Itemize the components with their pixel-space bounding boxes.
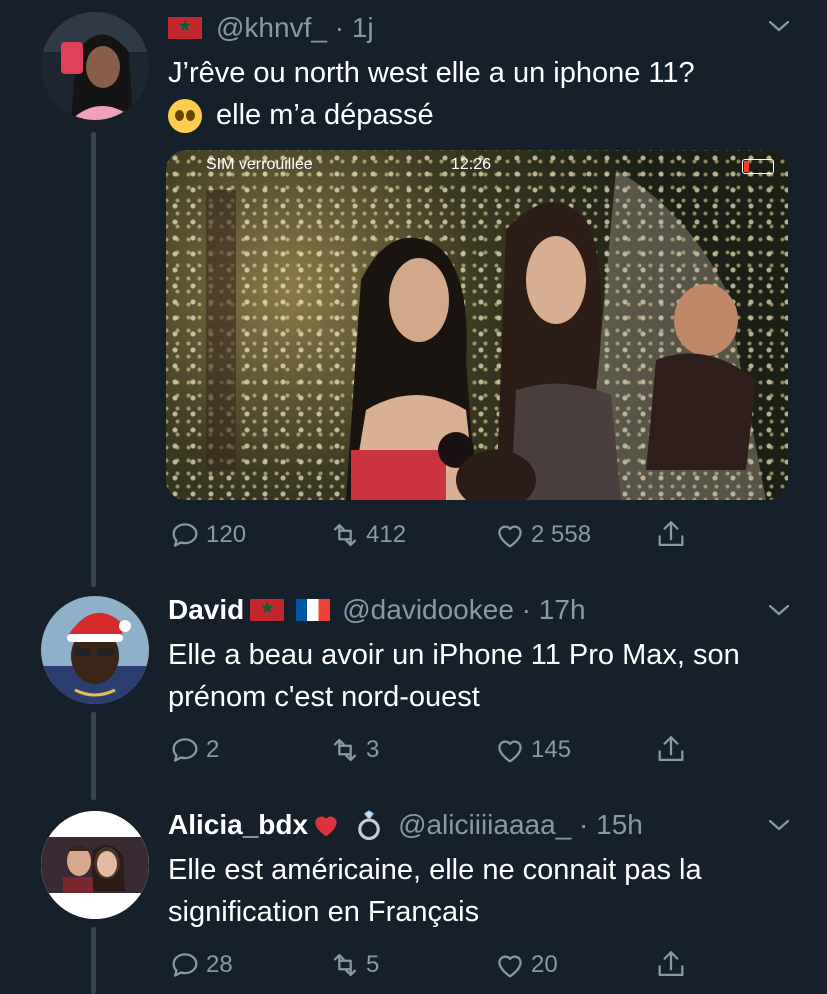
retweet-count: 412 (366, 521, 407, 548)
red-heart-icon (315, 816, 337, 837)
avatar[interactable] (41, 811, 149, 919)
like-button[interactable]: 20 (493, 945, 558, 985)
avatar-image (41, 12, 149, 120)
retweet-button[interactable]: 5 (328, 945, 379, 985)
display-name[interactable]: Alicia_bdx (168, 807, 308, 843)
tweet-text-line-2: elle m’a dépassé (168, 94, 798, 136)
battery-icon (742, 159, 774, 174)
tweet-actions: 120 412 2 558 (168, 515, 708, 555)
reply-button[interactable]: 28 (168, 945, 233, 985)
thread-line (91, 132, 96, 587)
separator: · (571, 809, 597, 840)
tweet-text-line-1: J’rêve ou north west elle a un iphone 11… (168, 57, 695, 89)
timestamp[interactable]: 15h (596, 807, 643, 843)
chevron-down-icon[interactable] (767, 813, 791, 837)
like-button[interactable]: 145 (493, 730, 571, 770)
separator: · (326, 12, 352, 43)
like-count: 20 (531, 951, 558, 978)
avatar-image (41, 811, 149, 919)
retweet-button[interactable]: 3 (328, 730, 379, 770)
tweet-header: @khnvf_ · 1j (168, 10, 374, 46)
reply-count: 2 (206, 736, 220, 763)
tweet-text: J’rêve ou north west elle a un iphone 11… (168, 52, 798, 136)
morocco-flag-icon (168, 15, 202, 39)
share-icon (658, 736, 684, 762)
timestamp[interactable]: 17h (539, 592, 586, 628)
tweet-actions: 2 3 145 (168, 730, 708, 770)
pleading-face-icon (168, 99, 202, 134)
share-button[interactable] (654, 730, 692, 770)
chevron-down-icon[interactable] (767, 14, 791, 38)
retweet-count: 3 (366, 736, 380, 763)
handle[interactable]: @aliciiiiaaaa_ (398, 807, 571, 843)
tweet-2[interactable]: David @davidookee · 17h Elle a beau avoi… (0, 590, 827, 800)
avatar-image (41, 596, 149, 704)
tweet-header: Alicia_bdx @aliciiiiaaaa_ · 15h (168, 807, 643, 843)
handle[interactable]: @khnvf_ (216, 10, 327, 46)
share-icon (658, 951, 684, 977)
retweet-count: 5 (366, 951, 380, 978)
status-carrier: SIM verrouillée (206, 156, 313, 173)
photo-people (206, 170, 766, 500)
like-button[interactable]: 2 558 (493, 515, 591, 555)
share-button[interactable] (654, 515, 692, 555)
share-icon (658, 521, 684, 547)
reply-count: 120 (206, 521, 247, 548)
france-flag-icon (296, 599, 331, 621)
reply-button[interactable]: 120 (168, 515, 246, 555)
thread-line (91, 927, 96, 994)
tweet-text: Elle a beau avoir un iPhone 11 Pro Max, … (168, 639, 740, 713)
reply-count: 28 (206, 951, 233, 978)
chevron-down-icon[interactable] (767, 598, 791, 622)
morocco-flag-icon (250, 597, 285, 621)
reply-icon (172, 953, 198, 977)
tweet-photo[interactable]: SIM verrouillée 12:26 (166, 150, 788, 500)
retweet-icon (333, 523, 357, 547)
reply-icon (172, 523, 198, 547)
ring-icon (358, 810, 380, 841)
tweet-text: Elle est américaine, elle ne connait pas… (168, 854, 702, 928)
tweet-text-line-2-text: elle m’a dépassé (216, 99, 434, 131)
retweet-button[interactable]: 412 (328, 515, 406, 555)
separator: · (513, 594, 539, 625)
phone-status-bar: SIM verrouillée 12:26 (166, 156, 788, 180)
retweet-icon (333, 953, 357, 977)
heart-icon (498, 740, 522, 763)
retweet-icon (333, 738, 357, 762)
heart-icon (498, 955, 522, 978)
heart-icon (498, 525, 522, 548)
status-time: 12:26 (451, 156, 492, 173)
share-button[interactable] (654, 945, 692, 985)
like-count: 2 558 (531, 521, 592, 548)
avatar[interactable] (41, 12, 149, 120)
display-name[interactable]: David (168, 592, 244, 628)
tweet-header: David @davidookee · 17h (168, 592, 586, 628)
tweet-3[interactable]: Alicia_bdx @aliciiiiaaaa_ · 15h Elle est… (0, 805, 827, 994)
reply-button[interactable]: 2 (168, 730, 219, 770)
timestamp[interactable]: 1j (352, 10, 374, 46)
avatar[interactable] (41, 596, 149, 704)
reply-icon (172, 738, 198, 762)
tweet-actions: 28 5 20 (168, 945, 708, 985)
handle[interactable]: @davidookee (342, 592, 514, 628)
tweet-1[interactable]: @khnvf_ · 1j J’rêve ou north west elle a… (0, 0, 827, 587)
like-count: 145 (531, 736, 572, 763)
thread-line (91, 712, 96, 800)
